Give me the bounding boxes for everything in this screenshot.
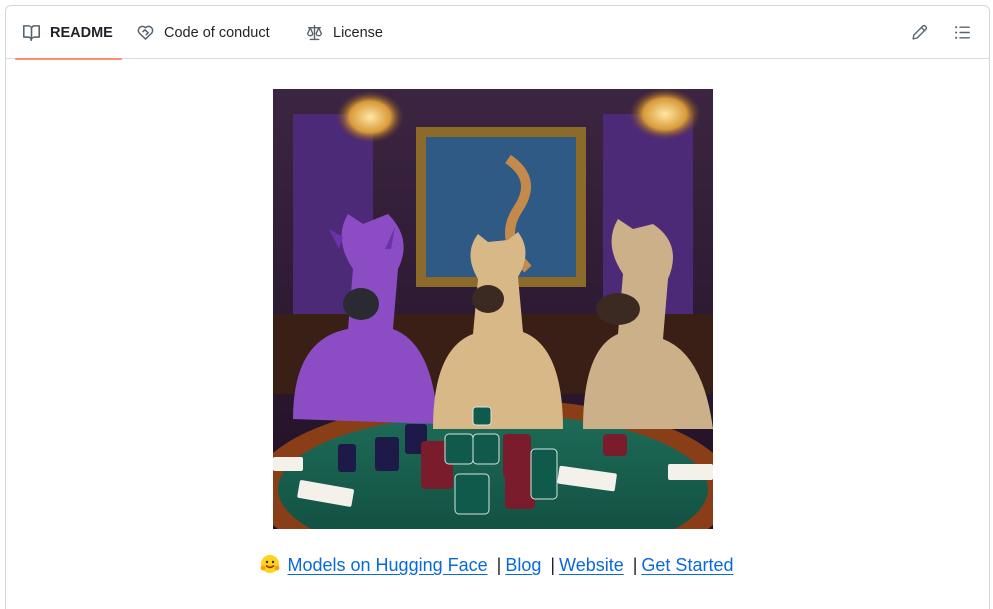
- tab-code-of-conduct[interactable]: Code of conduct: [137, 6, 270, 59]
- hero-image: [273, 89, 713, 529]
- link-website[interactable]: Website: [559, 555, 624, 575]
- outline-button[interactable]: [951, 21, 973, 43]
- link-separator: |: [550, 555, 556, 575]
- code-of-conduct-icon: [137, 25, 154, 40]
- tab-readme-label: README: [50, 24, 113, 41]
- hugging-face-icon: [260, 554, 280, 579]
- link-get-started[interactable]: Get Started: [641, 555, 733, 575]
- readme-links: Models on Hugging Face | Blog | Website | Get …: [0, 554, 993, 579]
- pencil-icon: [911, 24, 927, 40]
- book-icon: [23, 25, 40, 41]
- tab-license[interactable]: License: [306, 6, 383, 59]
- list-unordered-icon: [954, 25, 970, 39]
- tab-readme[interactable]: README: [15, 6, 122, 60]
- link-blog[interactable]: Blog: [505, 555, 541, 575]
- tab-bar: README Code of conduct License: [6, 6, 989, 60]
- link-separator: |: [632, 555, 638, 575]
- link-separator: |: [496, 555, 502, 575]
- tab-license-label: License: [333, 24, 383, 41]
- edit-file-button[interactable]: [908, 21, 930, 43]
- link-models-on-hugging-face[interactable]: Models on Hugging Face: [288, 555, 488, 575]
- tab-code-of-conduct-label: Code of conduct: [164, 24, 270, 41]
- law-icon: [307, 24, 322, 41]
